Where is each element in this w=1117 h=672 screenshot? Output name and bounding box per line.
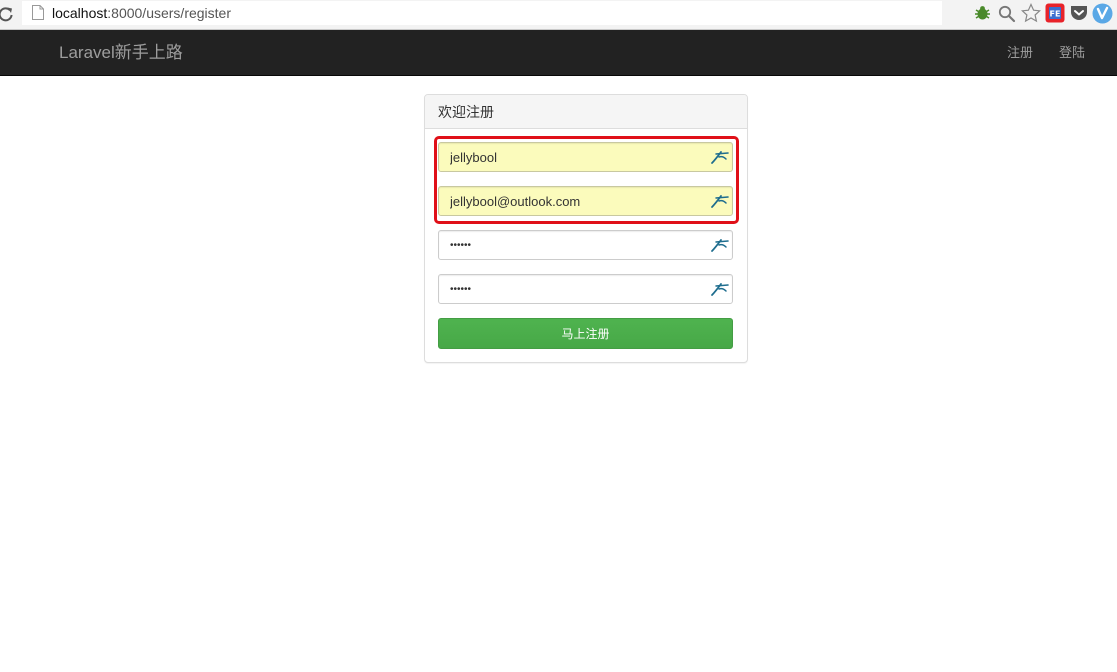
password-manager-icon[interactable] (710, 148, 730, 166)
url-path: :8000/users/register (107, 5, 231, 21)
extension-icons: FE (972, 2, 1113, 24)
pocket-icon[interactable] (1068, 3, 1089, 24)
register-panel: 欢迎注册 马上注册 (424, 94, 748, 363)
v-icon[interactable] (1092, 3, 1113, 24)
name-input[interactable] (439, 143, 709, 171)
svg-text:FE: FE (1049, 10, 1060, 19)
browser-toolbar: localhost:8000/users/register FE (0, 0, 1117, 30)
zoom-icon[interactable] (996, 3, 1017, 24)
email-field[interactable] (438, 186, 733, 216)
page-icon (32, 5, 44, 20)
nav-links: 注册 登陆 (1007, 44, 1085, 62)
reload-icon[interactable] (0, 5, 15, 23)
url-host: localhost (52, 5, 108, 21)
panel-title: 欢迎注册 (425, 95, 747, 129)
star-icon[interactable] (1020, 3, 1041, 24)
site-navbar: Laravel新手上路 注册 登陆 (0, 30, 1117, 76)
fe-icon[interactable]: FE (1044, 3, 1065, 24)
password-input[interactable] (439, 231, 709, 259)
password-field[interactable] (438, 230, 733, 260)
register-submit-button[interactable]: 马上注册 (438, 318, 733, 349)
address-bar[interactable]: localhost:8000/users/register (22, 1, 942, 25)
password-confirmation-field[interactable] (438, 274, 733, 304)
name-field[interactable] (438, 142, 733, 172)
nav-register-link[interactable]: 注册 (1007, 44, 1033, 62)
nav-login-link[interactable]: 登陆 (1059, 44, 1085, 62)
url-text[interactable]: localhost:8000/users/register (52, 4, 231, 22)
bug-icon[interactable] (972, 3, 993, 24)
email-input[interactable] (439, 187, 709, 215)
password-manager-icon[interactable] (710, 280, 730, 298)
password-confirmation-input[interactable] (439, 275, 709, 303)
password-manager-icon[interactable] (710, 192, 730, 210)
password-manager-icon[interactable] (710, 236, 730, 254)
brand-link[interactable]: Laravel新手上路 (59, 43, 183, 63)
